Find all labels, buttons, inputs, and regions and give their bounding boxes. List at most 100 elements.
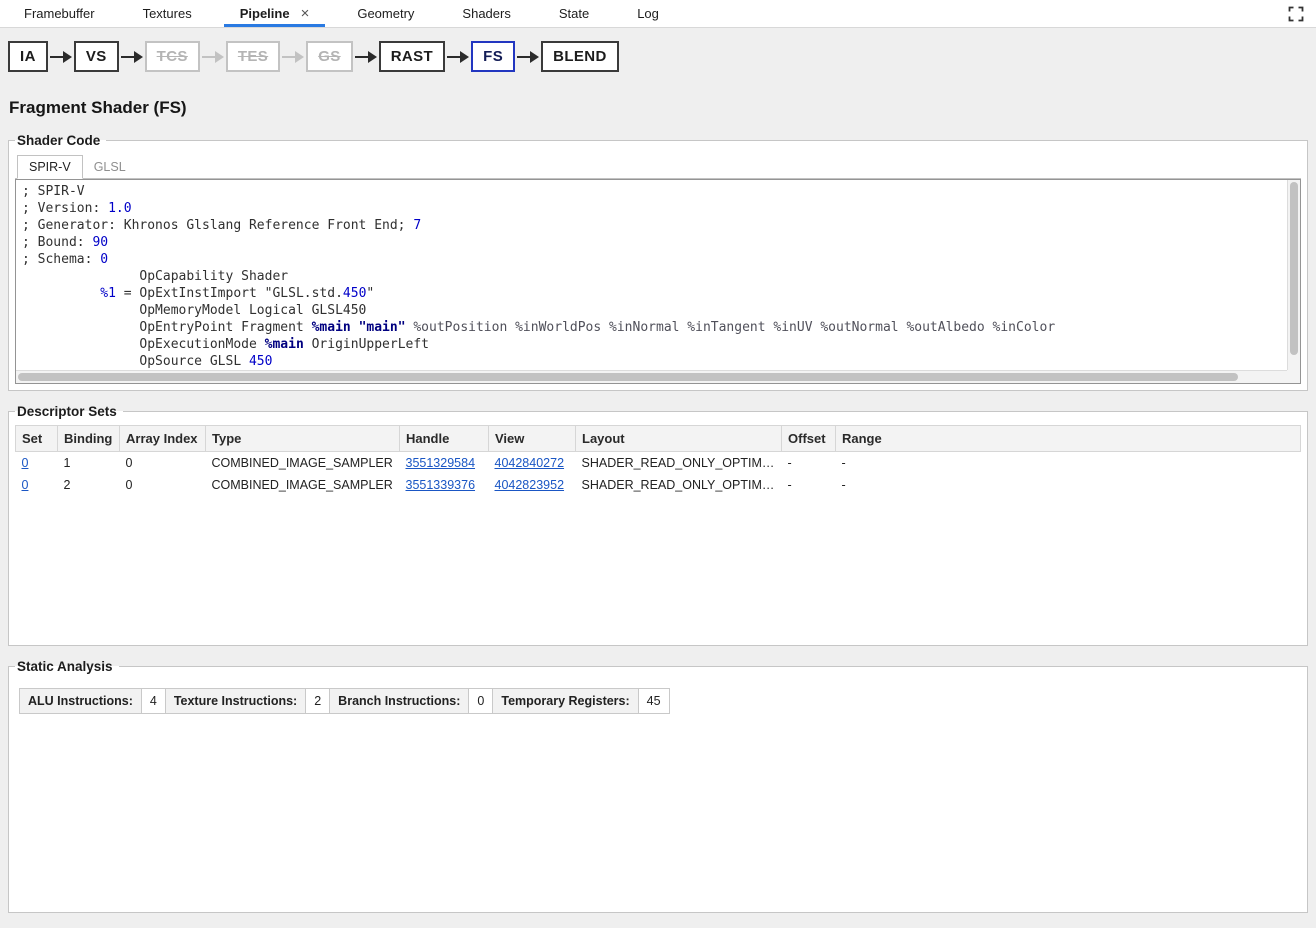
table-cell: 0 bbox=[16, 452, 58, 475]
stat-value: 4 bbox=[141, 689, 165, 714]
cell-link[interactable]: 0 bbox=[22, 478, 29, 492]
table-cell: - bbox=[782, 452, 836, 475]
stage-vs[interactable]: VS bbox=[74, 41, 119, 72]
tab-pipeline[interactable]: Pipeline× bbox=[216, 0, 334, 27]
cell-link[interactable]: 4042840272 bbox=[495, 456, 565, 470]
stat-label: Branch Instructions: bbox=[330, 689, 469, 714]
column-header-offset: Offset bbox=[782, 426, 836, 452]
horizontal-scrollbar-thumb[interactable] bbox=[18, 373, 1238, 381]
tab-log[interactable]: Log bbox=[613, 0, 683, 27]
vertical-scrollbar[interactable] bbox=[1287, 180, 1300, 370]
flow-arrow-icon bbox=[281, 50, 305, 64]
code-token: 1.0 bbox=[108, 201, 131, 216]
cell-link[interactable]: 0 bbox=[22, 456, 29, 470]
code-token: = OpExtInstImport "GLSL.std. bbox=[116, 286, 343, 301]
page-title: Fragment Shader (FS) bbox=[9, 98, 1307, 118]
table-cell: 3551339376 bbox=[400, 474, 489, 496]
code-token bbox=[22, 286, 100, 301]
code-token: %main bbox=[312, 320, 351, 335]
table-cell: 3551329584 bbox=[400, 452, 489, 475]
stat-value: 45 bbox=[638, 689, 669, 714]
table-cell: SHADER_READ_ONLY_OPTIMAL bbox=[576, 474, 782, 496]
stage-gs[interactable]: GS bbox=[306, 41, 352, 72]
tab-label: State bbox=[559, 6, 589, 21]
stage-rast[interactable]: RAST bbox=[379, 41, 445, 72]
table-cell: 0 bbox=[120, 474, 206, 496]
table-cell: - bbox=[836, 474, 1301, 496]
fullscreen-button[interactable] bbox=[1286, 4, 1306, 24]
code-line: ; Generator: Khronos Glslang Reference F… bbox=[22, 217, 1294, 234]
table-header-row: SetBindingArray IndexTypeHandleViewLayou… bbox=[16, 426, 1301, 452]
stage-tes[interactable]: TES bbox=[226, 41, 280, 72]
code-line: ; Version: 1.0 bbox=[22, 200, 1294, 217]
table-cell: SHADER_READ_ONLY_OPTIMAL bbox=[576, 452, 782, 475]
code-token: OpEntryPoint Fragment bbox=[22, 320, 312, 335]
tab-label: Textures bbox=[143, 6, 192, 21]
table-cell: 0 bbox=[120, 452, 206, 475]
column-header-view: View bbox=[489, 426, 576, 452]
code-token: %outPosition %inWorldPos %inNormal %inTa… bbox=[413, 320, 1055, 335]
cell-link[interactable]: 3551339376 bbox=[406, 478, 476, 492]
code-token: "main" bbox=[359, 320, 406, 335]
stats-row: ALU Instructions:4Texture Instructions:2… bbox=[20, 689, 670, 714]
code-line: OpCapability Shader bbox=[22, 268, 1294, 285]
shader-code-legend: Shader Code bbox=[15, 133, 106, 148]
cell-link[interactable]: 4042823952 bbox=[495, 478, 565, 492]
tab-label: Framebuffer bbox=[24, 6, 95, 21]
code-token: 7 bbox=[413, 218, 421, 233]
tab-framebuffer[interactable]: Framebuffer bbox=[0, 0, 119, 27]
stat-value: 2 bbox=[306, 689, 330, 714]
column-header-type: Type bbox=[206, 426, 400, 452]
code-line: OpExecutionMode %main OriginUpperLeft bbox=[22, 336, 1294, 353]
code-token: %1 bbox=[100, 286, 116, 301]
stat-label: Temporary Registers: bbox=[493, 689, 638, 714]
table-row: 020COMBINED_IMAGE_SAMPLER355133937640428… bbox=[16, 474, 1301, 496]
pipeline-inspector-window: FramebufferTexturesPipeline×GeometryShad… bbox=[0, 0, 1316, 913]
table-cell: 4042823952 bbox=[489, 474, 576, 496]
tab-geometry[interactable]: Geometry bbox=[333, 0, 438, 27]
table-cell: - bbox=[782, 474, 836, 496]
stage-fs[interactable]: FS bbox=[471, 41, 515, 72]
table-row: 010COMBINED_IMAGE_SAMPLER355132958440428… bbox=[16, 452, 1301, 475]
stat-label: ALU Instructions: bbox=[20, 689, 142, 714]
column-header-binding: Binding bbox=[58, 426, 120, 452]
code-line: OpEntryPoint Fragment %main "main" %outP… bbox=[22, 319, 1294, 336]
code-line: ; Bound: 90 bbox=[22, 234, 1294, 251]
code-token bbox=[351, 320, 359, 335]
column-header-array-index: Array Index bbox=[120, 426, 206, 452]
static-analysis-legend: Static Analysis bbox=[15, 659, 119, 674]
vertical-scrollbar-thumb[interactable] bbox=[1290, 182, 1298, 355]
descriptor-sets-legend: Descriptor Sets bbox=[15, 404, 123, 419]
tab-spir-v[interactable]: SPIR-V bbox=[17, 155, 83, 179]
pipeline-flow: IA VS TCS TES GS RAST FS BLEND bbox=[0, 28, 1316, 83]
code-token: OpExecutionMode bbox=[22, 337, 265, 352]
tab-textures[interactable]: Textures bbox=[119, 0, 216, 27]
stat-label: Texture Instructions: bbox=[165, 689, 305, 714]
flow-arrow-icon bbox=[354, 50, 378, 64]
tab-close-icon[interactable]: × bbox=[301, 6, 310, 21]
tab-glsl[interactable]: GLSL bbox=[83, 156, 137, 178]
cell-link[interactable]: 3551329584 bbox=[406, 456, 476, 470]
column-header-layout: Layout bbox=[576, 426, 782, 452]
code-line: %1 = OpExtInstImport "GLSL.std.450" bbox=[22, 285, 1294, 302]
shader-code-text: ; SPIR-V; Version: 1.0; Generator: Khron… bbox=[16, 180, 1300, 384]
tab-bar: Framebuffer Textures Pipeline×GeometryShad… bbox=[0, 0, 1316, 28]
shader-code-section: Shader Code SPIR-V GLSL ; SPIR-V; Versio… bbox=[8, 133, 1308, 391]
table-cell: 2 bbox=[58, 474, 120, 496]
code-line: ; Schema: 0 bbox=[22, 251, 1294, 268]
shader-code-viewer[interactable]: ; SPIR-V; Version: 1.0; Generator: Khron… bbox=[15, 179, 1301, 384]
code-token: 90 bbox=[92, 235, 108, 250]
horizontal-scrollbar[interactable] bbox=[16, 370, 1287, 383]
code-token: 450 bbox=[249, 354, 272, 369]
tab-shaders[interactable]: Shaders bbox=[438, 0, 534, 27]
scrollbar-corner bbox=[1287, 370, 1300, 383]
tab-state[interactable]: State bbox=[535, 0, 613, 27]
code-token: OpSource GLSL bbox=[22, 354, 249, 369]
flow-arrow-icon bbox=[49, 50, 73, 64]
code-token: %main bbox=[265, 337, 304, 352]
stage-tcs[interactable]: TCS bbox=[145, 41, 200, 72]
stage-blend[interactable]: BLEND bbox=[541, 41, 619, 72]
stage-ia[interactable]: IA bbox=[8, 41, 48, 72]
code-token: OriginUpperLeft bbox=[304, 337, 429, 352]
code-line: OpSource GLSL 450 bbox=[22, 353, 1294, 370]
